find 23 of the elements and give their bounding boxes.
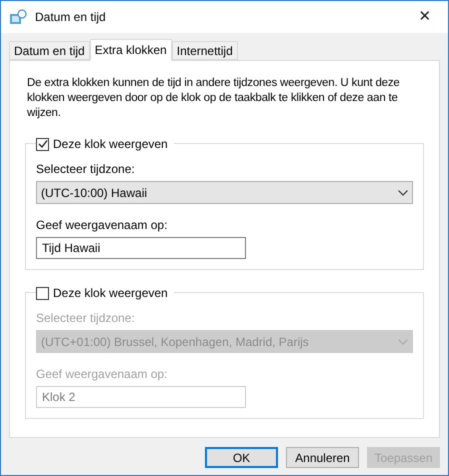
tab[interactable]: Datum en tijd — [9, 41, 90, 60]
checkmark-icon — [38, 139, 48, 149]
display-name-field[interactable]: Klok 2 — [36, 386, 246, 408]
display-name-field[interactable]: Tijd Hawaii — [36, 237, 246, 259]
chevron-down-icon — [398, 338, 408, 344]
tab[interactable]: Extra klokken — [90, 39, 172, 61]
window-title: Datum en tijd — [35, 9, 106, 26]
chevron-down-icon — [398, 190, 408, 196]
checkbox-label: Deze klok weergeven — [53, 285, 168, 302]
checkbox-label: Deze klok weergeven — [53, 136, 168, 153]
display-name-label: Geef weergavenaam op: — [36, 217, 168, 234]
display-name-label: Geef weergavenaam op: — [36, 366, 168, 383]
tab[interactable]: Internettijd — [172, 41, 238, 60]
clock-window-icon — [9, 9, 27, 25]
timezone-label: Selecteer tijdzone: — [36, 310, 136, 327]
checkbox[interactable] — [36, 286, 49, 300]
timezone-label: Selecteer tijdzone: — [36, 161, 136, 178]
timezone-dropdown[interactable]: (UTC-10:00) Hawaii — [36, 181, 413, 204]
close-button[interactable]: ✕ — [402, 1, 448, 33]
description-text: De extra klokken kunnen de tijd in andere tijdzones weergeven. U kunt deze klokken weergeven door op de klok op de taakbalk te klikken of deze aan te wijzen. — [26, 76, 401, 121]
dialog-button[interactable]: Annuleren — [286, 447, 359, 468]
ok-button[interactable]: OK — [205, 447, 278, 468]
checkbox[interactable] — [36, 138, 49, 150]
